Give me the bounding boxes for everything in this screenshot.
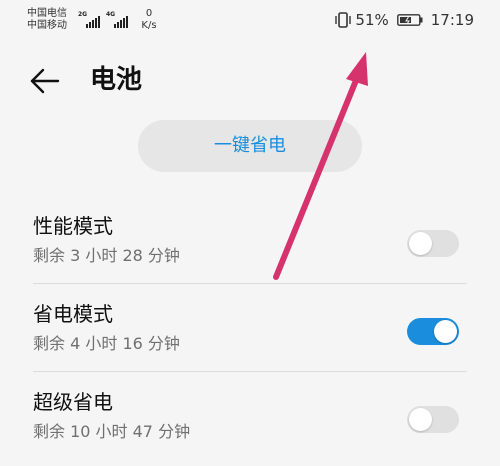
signal-icon-sim1: 2G [78,12,102,28]
mode-row-performance[interactable]: 性能模式 剩余 3 小时 28 分钟 [33,202,467,290]
page-title: 电池 [90,65,143,95]
network-speed: 0 K/s [138,8,160,32]
carrier-1: 中国电信 [27,8,67,19]
power-saving-mode-toggle[interactable] [407,318,459,345]
performance-mode-toggle[interactable] [407,230,459,257]
carrier-2: 中国移动 [27,20,67,31]
toggle-knob [434,320,457,343]
mode-remaining-time: 剩余 10 小时 47 分钟 [33,422,191,441]
carrier-info: 中国电信 中国移动 [27,8,67,32]
divider [33,371,467,372]
one-key-power-save-button[interactable]: 一键省电 [138,120,362,172]
network-speed-unit: K/s [141,20,157,31]
vibrate-icon [335,12,352,28]
status-bar: 中国电信 中国移动 2G 4G 0 K/s 51% 17:19 [0,0,500,40]
clock: 17:19 [430,11,474,29]
mode-remaining-time: 剩余 4 小时 16 分钟 [33,334,180,353]
back-arrow-icon[interactable] [28,65,62,97]
page-header: 电池 [0,48,500,110]
signal-icon-sim2: 4G [106,12,132,28]
divider [33,283,467,284]
mode-title: 性能模式 [33,214,113,238]
signal-bars-icon [114,16,128,28]
battery-icon [396,14,423,26]
mode-row-ultra-saving[interactable]: 超级省电 剩余 10 小时 47 分钟 [33,378,467,466]
mode-title: 省电模式 [33,302,113,326]
signal-bars-icon [86,16,100,28]
mode-row-power-saving[interactable]: 省电模式 剩余 4 小时 16 分钟 [33,290,467,378]
toggle-knob [409,408,432,431]
status-right: 51% 17:19 [334,10,474,30]
network-speed-value: 0 [145,8,153,19]
mode-title: 超级省电 [33,390,113,414]
toggle-knob [409,232,432,255]
battery-percent: 51% [355,11,389,29]
ultra-power-saving-toggle[interactable] [407,406,459,433]
mode-remaining-time: 剩余 3 小时 28 分钟 [33,246,180,265]
